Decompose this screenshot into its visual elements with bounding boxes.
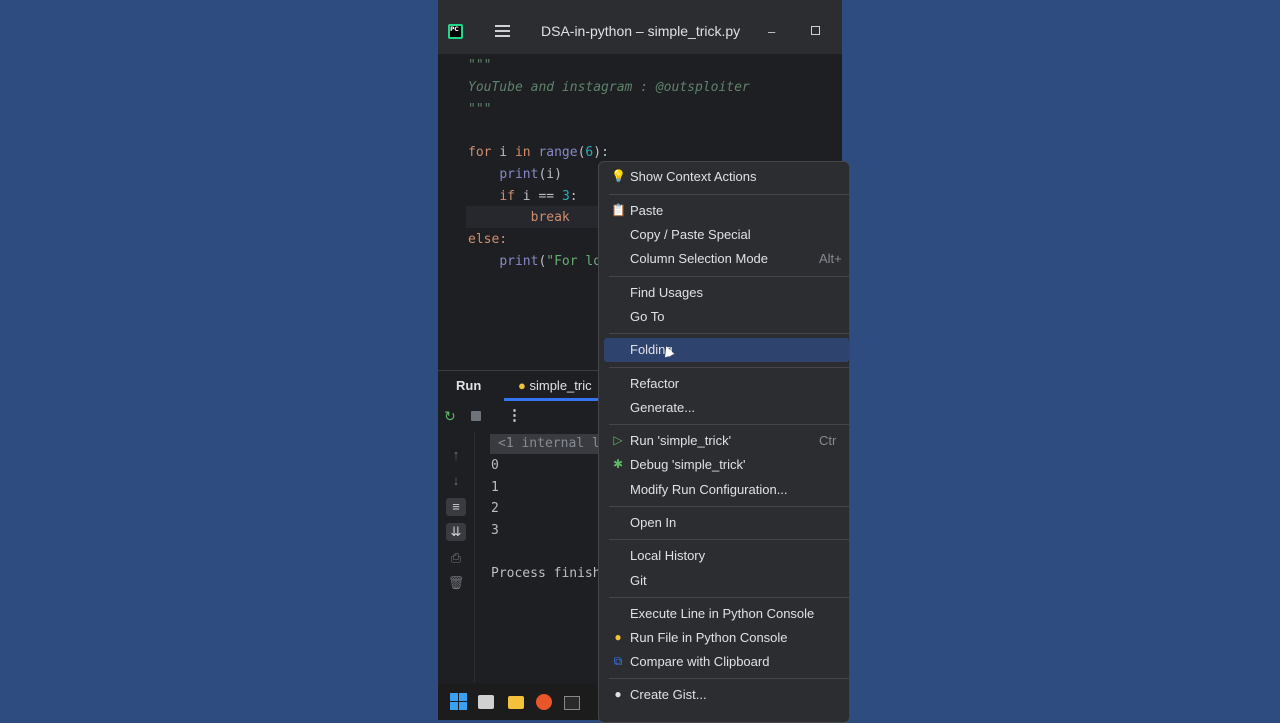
menu-item-run-file-in-python-console[interactable]: ● Run File in Python Console [599, 626, 849, 650]
console-line: 0 [491, 458, 499, 473]
menu-separator [609, 678, 849, 679]
firefox-icon[interactable] [536, 694, 552, 710]
python-icon: ● [518, 378, 526, 393]
context-menu: 💡 Show Context Actions 📋 Paste Copy / Pa… [598, 161, 850, 723]
scroll-to-end-icon[interactable]: ⇊ [446, 523, 466, 541]
window-title: DSA-in-python – simple_trick.py [541, 23, 741, 39]
menu-separator [609, 367, 849, 368]
code-line: print("For lo [499, 254, 602, 269]
github-icon: ● [614, 687, 622, 701]
menu-item-label: Open In [630, 515, 677, 530]
code-line: else: [468, 232, 508, 247]
menu-separator [609, 597, 849, 598]
menu-item-column-selection-mode[interactable]: Column Selection Mode Alt+ [599, 247, 849, 271]
menu-item-go-to[interactable]: Go To [599, 305, 849, 329]
menu-item-label: Git [630, 573, 647, 588]
menu-item-shortcut: Ctr [819, 433, 837, 448]
menu-item-open-in[interactable]: Open In [599, 511, 849, 535]
run-icon: ▷ [613, 433, 623, 447]
menu-item-label: Run File in Python Console [630, 630, 788, 645]
menu-item-label: Run 'simple_trick' [630, 433, 732, 448]
console-line: 2 [491, 501, 499, 516]
console-line: 1 [491, 480, 499, 495]
menu-item-label: Compare with Clipboard [630, 654, 770, 669]
menu-item-label: Go To [630, 309, 665, 324]
menu-item-label: Find Usages [630, 285, 703, 300]
menu-item-label: Refactor [630, 376, 680, 391]
main-menu-icon[interactable] [495, 25, 510, 38]
maximize-icon[interactable] [811, 26, 820, 35]
run-panel-title: Run [456, 378, 482, 393]
menu-separator [609, 194, 849, 195]
menu-item-label: Modify Run Configuration... [630, 482, 788, 497]
code-line: YouTube and instagram : @outsploiter [468, 80, 750, 95]
menu-item-label: Create Gist... [630, 687, 707, 702]
terminal-icon[interactable] [564, 696, 580, 710]
menu-item-paste[interactable]: 📋 Paste [599, 199, 849, 223]
menu-separator [609, 333, 849, 334]
menu-item-compare-with-clipboard[interactable]: ⧉ Compare with Clipboard [599, 650, 849, 674]
menu-separator [609, 506, 849, 507]
soft-wrap-icon[interactable]: ≡ [446, 498, 466, 516]
menu-item-label: Show Context Actions [630, 169, 757, 184]
rerun-icon[interactable]: ↻ [444, 408, 456, 425]
background-left [0, 0, 438, 720]
menu-item-local-history[interactable]: Local History [599, 544, 849, 568]
menu-item-label: Paste [630, 203, 664, 218]
menu-item-label: Generate... [630, 400, 696, 415]
menu-item-generate[interactable]: Generate... [599, 396, 849, 420]
file-explorer-icon[interactable] [508, 696, 524, 709]
menu-item-git[interactable]: Git [599, 569, 849, 593]
menu-item-label: Local History [630, 548, 706, 563]
python-icon: ● [614, 630, 622, 644]
menu-item-label: Debug 'simple_trick' [630, 457, 746, 472]
windows-start-icon[interactable] [450, 693, 468, 711]
menu-item-label: Column Selection Mode [630, 251, 769, 266]
scroll-up-icon[interactable]: ↑ [446, 446, 466, 464]
menu-item-label: Copy / Paste Special [630, 227, 751, 242]
menu-separator [609, 424, 849, 425]
menu-item-debug[interactable]: ✱ Debug 'simple_trick' [599, 453, 849, 477]
run-tab-label: simple_tric [529, 378, 592, 393]
menu-item-create-gist[interactable]: ● Create Gist... [599, 683, 849, 707]
clipboard-icon: 📋 [611, 203, 626, 217]
code-line: print(i) [499, 167, 562, 182]
menu-item-shortcut: Alt+ [819, 251, 842, 266]
stop-icon[interactable] [471, 411, 481, 421]
print-icon[interactable]: ⎙ [446, 549, 466, 567]
minimize-icon[interactable]: – [768, 24, 775, 39]
menu-item-find-usages[interactable]: Find Usages [599, 281, 849, 305]
menu-item-run[interactable]: ▷ Run 'simple_trick' Ctr [599, 429, 849, 453]
task-view-icon[interactable] [478, 695, 494, 709]
more-options-icon[interactable]: ⋮ [507, 406, 522, 424]
menu-separator [609, 276, 849, 277]
lightbulb-icon: 💡 [611, 169, 626, 183]
menu-item-label: Execute Line in Python Console [630, 606, 815, 621]
code-line: """ [468, 58, 492, 73]
trash-icon[interactable]: 🗑 [446, 574, 466, 592]
scroll-down-icon[interactable]: ↓ [446, 472, 466, 490]
title-bar: PC DSA-in-python – simple_trick.py – [438, 0, 842, 54]
background-right [842, 0, 1280, 720]
code-line: break [468, 210, 570, 225]
menu-item-refactor[interactable]: Refactor [599, 372, 849, 396]
menu-item-copy-paste-special[interactable]: Copy / Paste Special [599, 223, 849, 247]
code-line: """ [468, 102, 492, 117]
run-side-toolbar: ↑ ↓ ≡ ⇊ ⎙ 🗑 [438, 432, 475, 682]
pycharm-logo-icon: PC [448, 24, 463, 39]
menu-item-folding[interactable]: Folding [604, 338, 849, 362]
menu-item-modify-run-configuration[interactable]: Modify Run Configuration... [599, 478, 849, 502]
debug-icon: ✱ [612, 457, 624, 471]
console-line: Process finish [491, 566, 601, 581]
console-line: 3 [491, 523, 499, 538]
menu-item-execute-line-in-python-console[interactable]: Execute Line in Python Console [599, 602, 849, 626]
run-tab-simple-trick[interactable]: ● simple_tric [518, 378, 592, 393]
menu-separator [609, 539, 849, 540]
code-line: for i in range(6): [468, 145, 609, 160]
code-line: if i == 3: [499, 189, 578, 204]
compare-icon: ⧉ [613, 654, 623, 668]
menu-item-show-context-actions[interactable]: 💡 Show Context Actions [599, 165, 849, 189]
